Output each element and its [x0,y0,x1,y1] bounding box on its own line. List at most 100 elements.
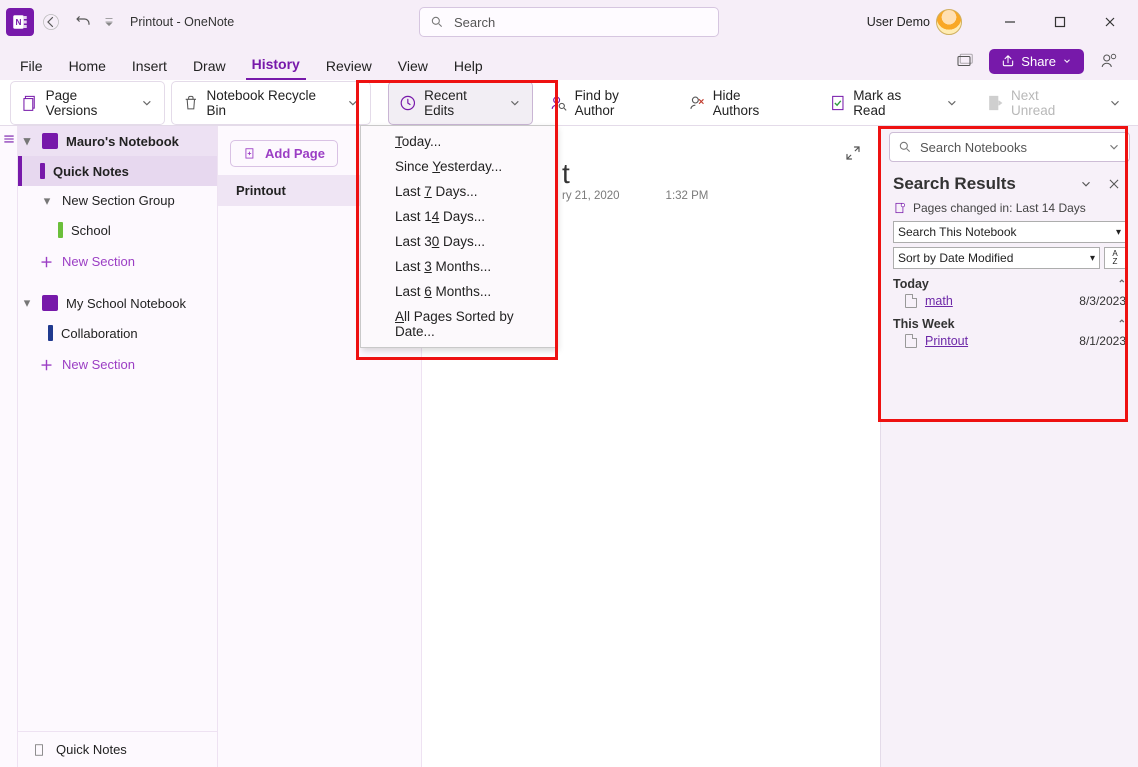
window-close[interactable] [1088,7,1132,37]
menu-draw[interactable]: Draw [187,52,232,80]
page-icon [32,743,46,757]
section-tab-icon [40,163,45,179]
svg-text:N: N [16,18,22,27]
new-section-button[interactable]: ＋ New Section [18,245,217,278]
chevron-down-icon: ▾ [20,296,34,310]
menu-home[interactable]: Home [63,52,112,80]
page-versions-button[interactable]: Page Versions [10,81,165,125]
nav-quick-notes-footer[interactable]: Quick Notes [18,731,217,767]
menu-review[interactable]: Review [320,52,378,80]
window-maximize[interactable] [1038,7,1082,37]
result-item[interactable]: math8/3/2023 [881,291,1138,311]
notebook-school[interactable]: ▾ My School Notebook [18,288,217,318]
app-logo: N [6,8,34,36]
result-link[interactable]: math [925,294,953,308]
open-full-icon[interactable] [844,144,862,162]
menu-help[interactable]: Help [448,52,489,80]
recent-edits-option[interactable]: Last 30 Days... [361,229,555,254]
chevron-down-icon [1108,96,1122,110]
search-icon [430,15,444,29]
page-time: 1:32 PM [666,190,709,202]
chevron-down-icon [508,96,522,110]
new-section-button-2[interactable]: ＋ New Section [18,348,217,381]
chevron-down-icon: ▾ [20,134,34,148]
window-title: Printout - OneNote [130,15,234,29]
menu-history[interactable]: History [246,50,306,80]
clock-icon [399,94,417,112]
recycle-bin-button[interactable]: Notebook Recycle Bin [171,81,371,125]
result-item[interactable]: Printout 8/1/2023 [881,331,1138,351]
add-page-icon [243,147,257,161]
chevron-down-icon: ▾ [40,194,54,208]
undo-button[interactable] [68,7,98,37]
find-by-author-button[interactable]: Find by Author [539,81,671,125]
result-link[interactable]: Printout [925,334,968,348]
search-notebooks-input[interactable]: Search Notebooks [889,132,1130,162]
recent-edits-button[interactable]: Recent Edits [388,81,532,125]
recent-edits-option[interactable]: Last 6 Months... [361,279,555,304]
search-placeholder: Search [454,15,495,30]
section-tab-icon [48,325,53,341]
recent-edits-option[interactable]: Last 14 Days... [361,204,555,229]
result-group-header[interactable]: This Week⌃ [881,311,1138,331]
open-in-window-button[interactable] [949,46,979,76]
page-title-fragment: t [562,158,570,190]
sort-select[interactable]: Sort by Date Modified▾ [893,247,1100,269]
plus-icon: ＋ [40,355,54,374]
menu-insert[interactable]: Insert [126,52,173,80]
search-scope-select[interactable]: Search This Notebook▾ [893,221,1126,243]
account-avatar[interactable] [936,9,962,35]
page-versions-icon [21,94,39,112]
global-search[interactable]: Search [419,7,719,37]
account-name[interactable]: User Demo [867,15,930,29]
recent-edits-option[interactable]: Last 3 Months... [361,254,555,279]
window-minimize[interactable] [988,7,1032,37]
section-group[interactable]: ▾ New Section Group [18,186,217,215]
page-icon [905,294,917,308]
panel-collapse-button[interactable] [1074,172,1098,196]
back-button[interactable] [36,7,66,37]
hamburger-icon [2,132,16,146]
page-date: ry 21, 2020 [562,190,620,202]
person-search-icon [550,94,568,112]
section-collaboration[interactable]: Collaboration [18,318,217,348]
page-date-line: ry 21, 2020 1:32 PM [562,190,708,202]
search-results-header: Search Results [881,168,1138,198]
next-page-icon [986,94,1004,112]
sort-order-button[interactable]: AZ [1104,247,1126,269]
chevron-down-icon [945,96,959,110]
hide-authors-button[interactable]: Hide Authors [677,81,800,125]
quickaccess-more[interactable] [100,7,118,37]
recent-edits-option[interactable]: All Pages Sorted by Date... [361,304,555,344]
menu-file[interactable]: File [14,52,49,80]
pages-icon [893,201,907,215]
section-school[interactable]: School [18,215,217,245]
next-unread-button: Next Unread [975,81,1096,125]
ribbon-history: Page Versions Notebook Recycle Bin Recen… [0,80,1138,126]
ribbon-overflow[interactable] [1102,90,1128,116]
notebook-mauro[interactable]: ▾ Mauro's Notebook [18,126,217,156]
menu-view[interactable]: View [392,52,434,80]
result-group-header[interactable]: Today⌃ [881,271,1138,291]
notebook-icon [42,295,58,311]
chevron-down-icon [1062,56,1072,66]
recent-edits-option[interactable]: Since Yesterday... [361,154,555,179]
section-quick-notes[interactable]: Quick Notes [18,156,217,186]
recent-edits-option[interactable]: Today... [361,129,555,154]
notebook-icon [42,133,58,149]
title-bar: N Printout - OneNote Search User Demo [0,0,1138,44]
add-page-button[interactable]: Add Page [230,140,338,167]
menu-bar: File Home Insert Draw History Review Vie… [0,44,1138,80]
nav-collapse-gutter[interactable] [0,126,18,767]
feedback-button[interactable] [1094,46,1124,76]
recent-edits-option[interactable]: Last 7 Days... [361,179,555,204]
result-date: 8/1/2023 [1079,334,1126,348]
search-icon [898,140,912,154]
share-button[interactable]: Share [989,49,1084,74]
mark-as-read-button[interactable]: Mark as Read [818,81,970,125]
share-icon [1001,54,1015,68]
panel-close-button[interactable] [1102,172,1126,196]
checkmark-page-icon [829,94,847,112]
trash-icon [182,94,200,112]
chevron-down-icon [140,96,154,110]
